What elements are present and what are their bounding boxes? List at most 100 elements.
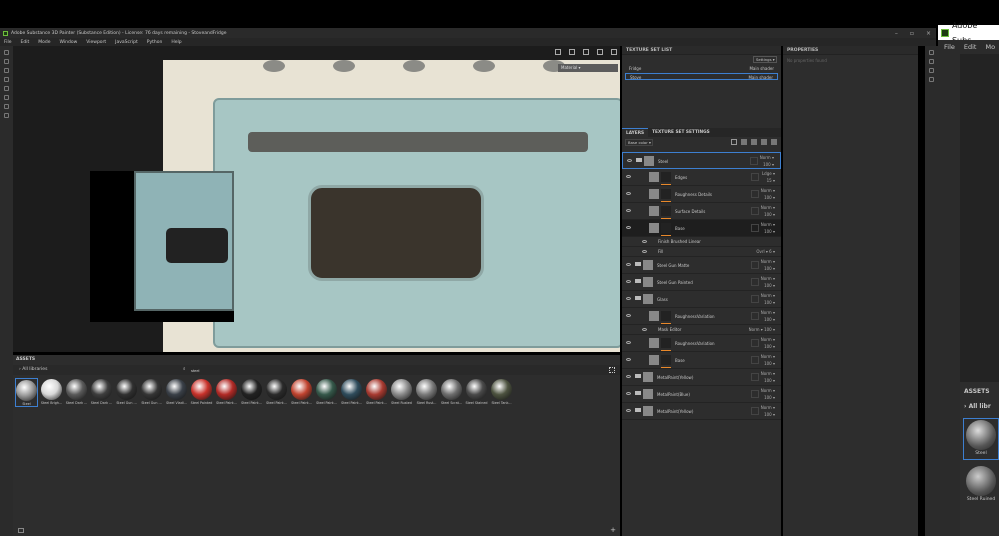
asset-tile[interactable]: Steel Paint...	[365, 378, 388, 407]
menu-file[interactable]: File	[4, 40, 12, 45]
blend-controls[interactable]: Norm ▾ 100 ▾	[761, 336, 775, 350]
layer-row[interactable]: Mask Editor Norm ▾ 100 ▾	[622, 325, 781, 335]
asset-tile[interactable]: Steel Paint...	[315, 378, 338, 407]
add-layer-icon[interactable]	[731, 139, 737, 145]
history-icon[interactable]	[929, 68, 934, 73]
visibility-eye-icon[interactable]	[626, 375, 631, 378]
blend-controls[interactable]: Norm ▾ 100 ▾	[761, 387, 775, 401]
polygon-fill-icon[interactable]	[4, 77, 9, 82]
camera-frame-icon[interactable]	[569, 49, 575, 55]
blend-controls[interactable]: Ldge ▾ 15 ▾	[762, 170, 775, 184]
blend-controls[interactable]: Norm ▾ 100 ▾	[761, 204, 775, 218]
layer-row[interactable]: RoughnessVariation Norm ▾ 100 ▾	[622, 335, 781, 352]
layer-row[interactable]: Glass Norm ▾ 100 ▾	[622, 291, 781, 308]
asset-tile[interactable]: Steel Tank...	[490, 378, 513, 407]
delete-layer-icon[interactable]	[771, 139, 777, 145]
layer-row[interactable]: MetalPaint(Blue) Norm ▾ 100 ▾	[622, 386, 781, 403]
asset-tile[interactable]: Steel Dark ...	[90, 378, 113, 407]
asset-tile[interactable]: Steel Painted	[190, 378, 213, 407]
export-icon[interactable]	[929, 77, 934, 82]
menu-javascript[interactable]: JavaScript	[115, 40, 138, 45]
blend-controls[interactable]: Norm ▾ 100 ▾	[761, 275, 775, 289]
visibility-eye-icon[interactable]	[626, 280, 631, 283]
add-fill-layer-icon[interactable]	[751, 139, 757, 145]
channel-dropdown[interactable]: Base color ▾	[625, 139, 653, 146]
add-folder-icon[interactable]	[761, 139, 767, 145]
asset-tile[interactable]: Steel Dark ...	[65, 378, 88, 407]
blend-controls[interactable]: Norm ▾ 100 ▾	[761, 221, 775, 235]
asset-tile[interactable]: Steel Paint...	[215, 378, 238, 407]
blend-controls[interactable]: Norm ▾ 100 ▾	[761, 187, 775, 201]
pause-icon[interactable]	[555, 49, 561, 55]
texture-set-stove[interactable]: Stove Main shader	[625, 73, 778, 80]
asset-tile[interactable]: Steel	[15, 378, 38, 407]
viewport-mode-dropdown[interactable]: Material ▾	[558, 64, 618, 72]
visibility-eye-icon[interactable]	[626, 392, 631, 395]
asset-tile[interactable]: Steel Stained	[465, 378, 488, 407]
menu-edit[interactable]: Edit	[964, 43, 977, 51]
asset-tile[interactable]: Steel Paint...	[240, 378, 263, 407]
picker-icon[interactable]	[4, 104, 9, 109]
visibility-eye-icon[interactable]	[626, 263, 631, 266]
visibility-eye-icon[interactable]	[626, 297, 631, 300]
import-icon[interactable]	[18, 528, 24, 533]
asset-tile[interactable]: Steel Rusted	[390, 378, 413, 407]
effect-blend[interactable]: Norm ▾ 100 ▾	[749, 327, 775, 332]
blend-controls[interactable]: Norm ▾ 100 ▾	[761, 258, 775, 272]
asset-tile[interactable]: Steel Rust...	[415, 378, 438, 407]
blend-controls[interactable]: Norm ▾ 100 ▾	[761, 309, 775, 323]
asset-tile[interactable]: Steel Paint...	[290, 378, 313, 407]
layer-row[interactable]: MetalPaint(Yellow) Norm ▾ 100 ▾	[622, 403, 781, 420]
asset-tile[interactable]: Steel Scrat...	[440, 378, 463, 407]
texture-set-shader[interactable]: Main shader	[749, 65, 774, 72]
clone-icon[interactable]	[4, 95, 9, 100]
texture-set-shader[interactable]: Main shader	[748, 74, 773, 80]
visibility-eye-icon[interactable]	[626, 226, 631, 229]
tab-texture-set-settings[interactable]: TEXTURE SET SETTINGS	[648, 128, 714, 137]
asset-tile[interactable]: Steel Gun ...	[140, 378, 163, 407]
visibility-eye-icon[interactable]	[627, 159, 632, 162]
menu-help[interactable]: Help	[171, 40, 181, 45]
asset-tile[interactable]: Steel Brigh...	[40, 378, 63, 407]
layer-row[interactable]: MetalPaint(Yellow) Norm ▾ 100 ▾	[622, 369, 781, 386]
visibility-eye-icon[interactable]	[626, 192, 631, 195]
paint-brush-icon[interactable]	[4, 50, 9, 55]
effect-blend[interactable]: Ovrl ▾ 6 ▾	[756, 249, 775, 254]
menu-edit[interactable]: Edit	[21, 40, 30, 45]
texture-set-fridge[interactable]: Fridge Main shader	[625, 65, 778, 72]
minimize-button[interactable]: –	[895, 30, 898, 37]
add-icon[interactable]: +	[610, 526, 616, 534]
smudge-icon[interactable]	[4, 86, 9, 91]
visibility-eye-icon[interactable]	[642, 250, 647, 253]
blend-controls[interactable]: Norm ▾ 100 ▾	[761, 292, 775, 306]
asset-tile[interactable]: Steel Vladi...	[165, 378, 188, 407]
maximize-button[interactable]: ▫	[910, 30, 914, 37]
layer-row[interactable]: Roughness Details Norm ▾ 100 ▾	[622, 186, 781, 203]
tab-layers[interactable]: LAYERS	[622, 128, 649, 137]
eraser-icon[interactable]	[4, 59, 9, 64]
visibility-eye-icon[interactable]	[626, 409, 631, 412]
blend-controls[interactable]: Norm ▾ 100 ▾	[760, 154, 774, 168]
texture-set-icon[interactable]	[929, 50, 934, 55]
asset-steel-ruined[interactable]: Steel Ruined	[963, 466, 999, 508]
display-settings-icon[interactable]	[929, 59, 934, 64]
environment-icon[interactable]	[583, 49, 589, 55]
menu-mode[interactable]: Mo	[985, 43, 995, 51]
layer-row[interactable]: Fill Ovrl ▾ 6 ▾	[622, 247, 781, 257]
projection-icon[interactable]	[4, 68, 9, 73]
add-mask-icon[interactable]	[741, 139, 747, 145]
layer-row[interactable]: Base Norm ▾ 100 ▾	[622, 220, 781, 237]
menu-viewport[interactable]: Viewport	[86, 40, 106, 45]
layer-row[interactable]: Finish Brushed Linear	[622, 237, 781, 247]
visibility-eye-icon[interactable]	[626, 209, 631, 212]
layer-row[interactable]: Surface Details Norm ▾ 100 ▾	[622, 203, 781, 220]
blend-controls[interactable]: Norm ▾ 100 ▾	[761, 370, 775, 384]
layer-row[interactable]: RoughnessVariation Norm ▾ 100 ▾	[622, 308, 781, 325]
menu-python[interactable]: Python	[147, 40, 163, 45]
layer-row[interactable]: Steel Gun Matte Norm ▾ 100 ▾	[622, 257, 781, 274]
settings-dropdown[interactable]: Settings ▾	[753, 56, 777, 63]
blend-controls[interactable]: Norm ▾ 100 ▾	[761, 353, 775, 367]
layer-row[interactable]: Steel Gun Painted Norm ▾ 100 ▾	[622, 274, 781, 291]
bake-icon[interactable]	[4, 113, 9, 118]
grid-view-icon[interactable]	[609, 367, 615, 373]
